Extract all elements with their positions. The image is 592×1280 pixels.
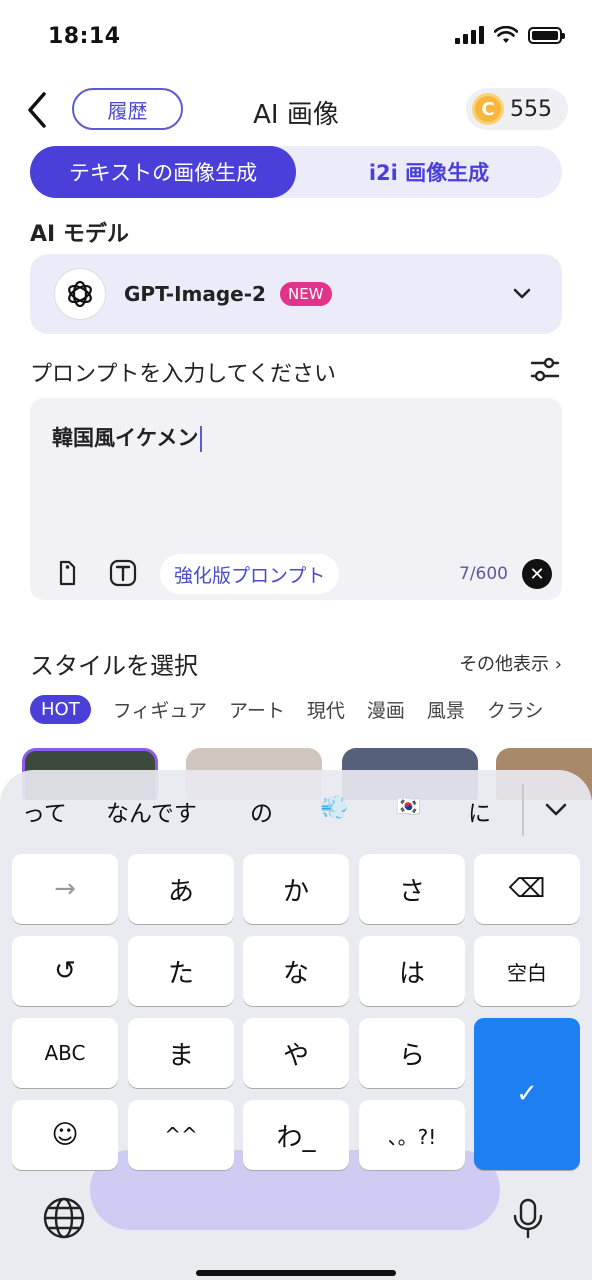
suggestion-item[interactable]: 💨 bbox=[320, 794, 349, 821]
signal-icon bbox=[455, 26, 484, 44]
status-time: 18:14 bbox=[48, 24, 121, 49]
wifi-icon bbox=[494, 26, 518, 43]
clear-icon[interactable]: ✕ bbox=[522, 559, 552, 589]
chevron-right-icon: › bbox=[554, 654, 562, 675]
model-name: GPT-Image-2 bbox=[124, 282, 266, 306]
chip-art[interactable]: アート bbox=[229, 696, 285, 723]
suggestion-item[interactable]: って bbox=[22, 794, 67, 828]
chip-landscape[interactable]: 風景 bbox=[427, 696, 465, 723]
new-badge: NEW bbox=[280, 282, 332, 306]
globe-icon[interactable] bbox=[42, 1196, 86, 1240]
header: 履歴 AI 画像 C 555 bbox=[0, 84, 592, 136]
chip-manga[interactable]: 漫画 bbox=[367, 696, 405, 723]
model-section-label: AI モデル bbox=[30, 222, 129, 247]
key-ta[interactable]: た bbox=[128, 936, 234, 1006]
home-indicator bbox=[196, 1270, 396, 1276]
coin-icon: C bbox=[472, 93, 504, 125]
kaomoji-key[interactable]: ^^ bbox=[128, 1100, 234, 1170]
chip-hot[interactable]: HOT bbox=[30, 694, 91, 724]
key-na[interactable]: な bbox=[243, 936, 349, 1006]
suggestion-item[interactable]: 🇰🇷 bbox=[396, 794, 421, 818]
model-selector[interactable]: GPT-Image-2 NEW bbox=[30, 254, 562, 334]
battery-icon bbox=[528, 26, 565, 44]
keyboard: って なんです の 💨 🇰🇷 に → あ か さ ⌫ ↺ た な は 空白 AB… bbox=[0, 770, 592, 1280]
suggestion-item[interactable]: の bbox=[250, 794, 273, 828]
abc-key[interactable]: ABC bbox=[12, 1018, 118, 1088]
confirm-key[interactable]: ✓ bbox=[474, 1018, 580, 1170]
style-category-chips: HOT フィギュア アート 現代 漫画 風景 クラシ bbox=[30, 692, 592, 726]
suggestion-item[interactable]: なんです bbox=[106, 794, 197, 828]
prompt-input[interactable]: 韓国風イケメン 強化版プロンプト 7/600 ✕ bbox=[30, 398, 562, 600]
key-sa[interactable]: さ bbox=[359, 854, 465, 924]
chip-figure[interactable]: フィギュア bbox=[113, 696, 207, 723]
tab-i2i[interactable]: i2i 画像生成 bbox=[296, 146, 562, 198]
prompt-text[interactable]: 韓国風イケメン bbox=[52, 422, 203, 452]
chevron-down-icon[interactable] bbox=[512, 284, 532, 304]
key-ha[interactable]: は bbox=[359, 936, 465, 1006]
key-wa[interactable]: わ_ bbox=[243, 1100, 349, 1170]
key-ma[interactable]: ま bbox=[128, 1018, 234, 1088]
show-more-label: その他表示 bbox=[459, 654, 550, 675]
key-a[interactable]: あ bbox=[128, 854, 234, 924]
key-next[interactable]: → bbox=[12, 854, 118, 924]
style-section-label: スタイルを選択 bbox=[30, 652, 198, 680]
space-key[interactable]: 空白 bbox=[474, 936, 580, 1006]
mode-tabs: テキストの画像生成 i2i 画像生成 bbox=[30, 146, 562, 198]
key-ra[interactable]: ら bbox=[359, 1018, 465, 1088]
page: 18:14 履歴 AI 画像 C 555 テキストの画像生成 i2i 画像生成 bbox=[0, 0, 592, 1280]
status-bar: 18:14 bbox=[0, 0, 592, 76]
backspace-key[interactable]: ⌫ bbox=[474, 854, 580, 924]
status-icons bbox=[455, 26, 565, 44]
coin-balance[interactable]: C 555 bbox=[466, 88, 568, 130]
punctuation-key[interactable]: 、。?! bbox=[359, 1100, 465, 1170]
chip-modern[interactable]: 現代 bbox=[307, 696, 345, 723]
enhance-prompt-button[interactable]: 強化版プロンプト bbox=[160, 554, 340, 594]
char-counter: 7/600 bbox=[459, 564, 508, 584]
chevron-down-icon[interactable] bbox=[544, 800, 568, 820]
key-ya[interactable]: や bbox=[243, 1018, 349, 1088]
suggestion-item[interactable]: に bbox=[468, 794, 491, 828]
tab-text-to-image[interactable]: テキストの画像生成 bbox=[30, 146, 296, 198]
suggestion-bar: って なんです の 💨 🇰🇷 に bbox=[0, 770, 592, 850]
undo-key[interactable]: ↺ bbox=[12, 936, 118, 1006]
suggestion-divider bbox=[522, 784, 524, 836]
emoji-key[interactable]: ☺ bbox=[12, 1100, 118, 1170]
prompt-value: 韓国風イケメン bbox=[52, 426, 199, 450]
settings-sliders-icon[interactable] bbox=[528, 352, 562, 386]
microphone-icon[interactable] bbox=[506, 1196, 550, 1240]
show-more-link[interactable]: その他表示 › bbox=[459, 650, 562, 676]
prompt-label: プロンプトを入力してください bbox=[30, 362, 337, 387]
tag-icon[interactable] bbox=[52, 558, 82, 588]
openai-logo-icon bbox=[54, 268, 106, 320]
key-ka[interactable]: か bbox=[243, 854, 349, 924]
text-caret bbox=[200, 426, 203, 452]
chip-classic[interactable]: クラシ bbox=[487, 696, 544, 723]
coin-count: 555 bbox=[510, 96, 552, 122]
text-format-icon[interactable] bbox=[108, 558, 138, 588]
